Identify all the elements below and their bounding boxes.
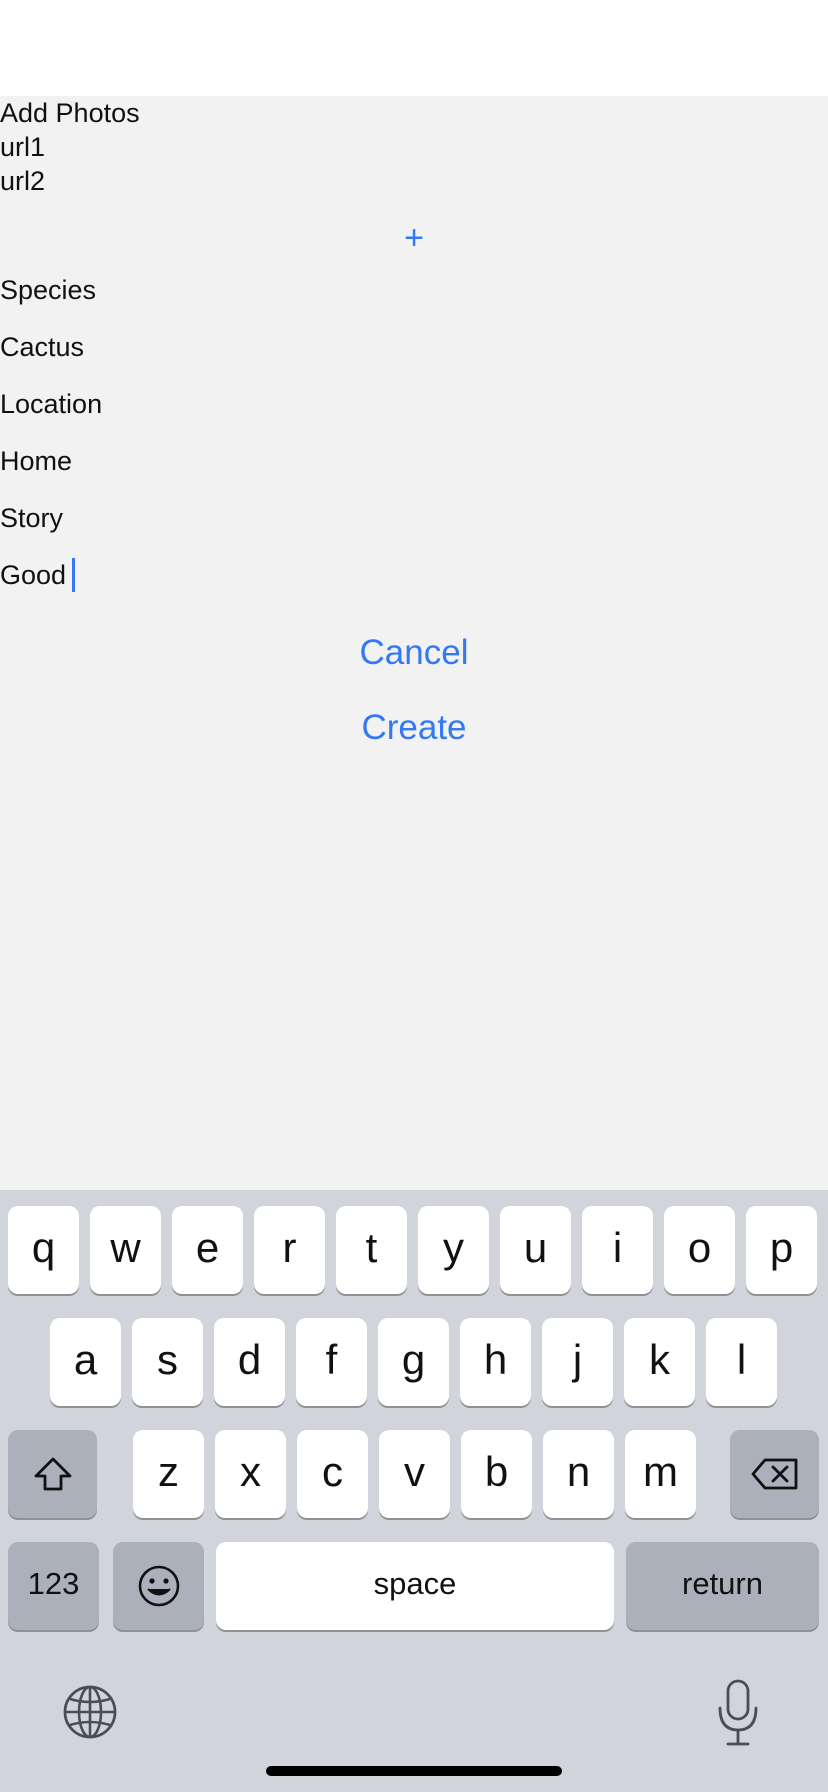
return-key[interactable]: return: [626, 1542, 819, 1630]
species-label: Species: [0, 275, 97, 305]
globe-icon: [63, 1685, 117, 1739]
key-e[interactable]: e: [172, 1206, 243, 1294]
story-label: Story: [0, 503, 64, 533]
key-y[interactable]: y: [418, 1206, 489, 1294]
key-t[interactable]: t: [336, 1206, 407, 1294]
shift-icon: [34, 1457, 71, 1491]
space-key[interactable]: space: [216, 1542, 614, 1630]
key-z[interactable]: z: [133, 1430, 204, 1518]
key-x[interactable]: x: [215, 1430, 286, 1518]
key-s[interactable]: s: [132, 1318, 203, 1406]
cancel-button[interactable]: Cancel: [0, 631, 828, 675]
key-f[interactable]: f: [296, 1318, 367, 1406]
screen: Add Photos url1 url2 + Species Cactus Lo…: [0, 0, 828, 1792]
key-g[interactable]: g: [378, 1318, 449, 1406]
key-u[interactable]: u: [500, 1206, 571, 1294]
key-c[interactable]: c: [297, 1430, 368, 1518]
key-j[interactable]: j: [542, 1318, 613, 1406]
photo-url-item[interactable]: url1: [0, 130, 45, 164]
location-input[interactable]: Home: [0, 439, 828, 483]
shift-key[interactable]: [8, 1430, 97, 1518]
keyboard: qwertyuiop asdfghjkl zxcvbnm 123 space r…: [0, 1190, 828, 1792]
key-i[interactable]: i: [582, 1206, 653, 1294]
numbers-key[interactable]: 123: [8, 1542, 99, 1630]
delete-key[interactable]: [730, 1430, 819, 1518]
species-input[interactable]: Cactus: [0, 325, 828, 369]
status-bar-area: [0, 0, 828, 96]
key-k[interactable]: k: [624, 1318, 695, 1406]
key-p[interactable]: p: [746, 1206, 817, 1294]
location-label: Location: [0, 389, 103, 419]
key-b[interactable]: b: [461, 1430, 532, 1518]
story-input-text: Good: [0, 560, 67, 590]
story-input[interactable]: Good: [0, 553, 828, 597]
add-photos-label: Add Photos: [0, 98, 140, 128]
key-v[interactable]: v: [379, 1430, 450, 1518]
emoji-icon: [138, 1565, 179, 1607]
globe-button[interactable]: [62, 1684, 118, 1740]
key-w[interactable]: w: [90, 1206, 161, 1294]
emoji-key[interactable]: [113, 1542, 204, 1630]
dictation-button[interactable]: [712, 1678, 764, 1748]
key-a[interactable]: a: [50, 1318, 121, 1406]
key-o[interactable]: o: [664, 1206, 735, 1294]
text-cursor: [72, 557, 76, 592]
key-h[interactable]: h: [460, 1318, 531, 1406]
key-q[interactable]: q: [8, 1206, 79, 1294]
create-button[interactable]: Create: [0, 706, 828, 750]
key-m[interactable]: m: [625, 1430, 696, 1518]
microphone-icon: [718, 1679, 758, 1746]
key-d[interactable]: d: [214, 1318, 285, 1406]
add-photo-button[interactable]: +: [394, 216, 434, 260]
home-indicator: [266, 1766, 562, 1776]
backspace-icon: [751, 1458, 797, 1490]
new-plant-form: Add Photos url1 url2 + Species Cactus Lo…: [0, 96, 828, 1190]
key-l[interactable]: l: [706, 1318, 777, 1406]
photo-url-item[interactable]: url2: [0, 164, 45, 198]
key-r[interactable]: r: [254, 1206, 325, 1294]
key-n[interactable]: n: [543, 1430, 614, 1518]
